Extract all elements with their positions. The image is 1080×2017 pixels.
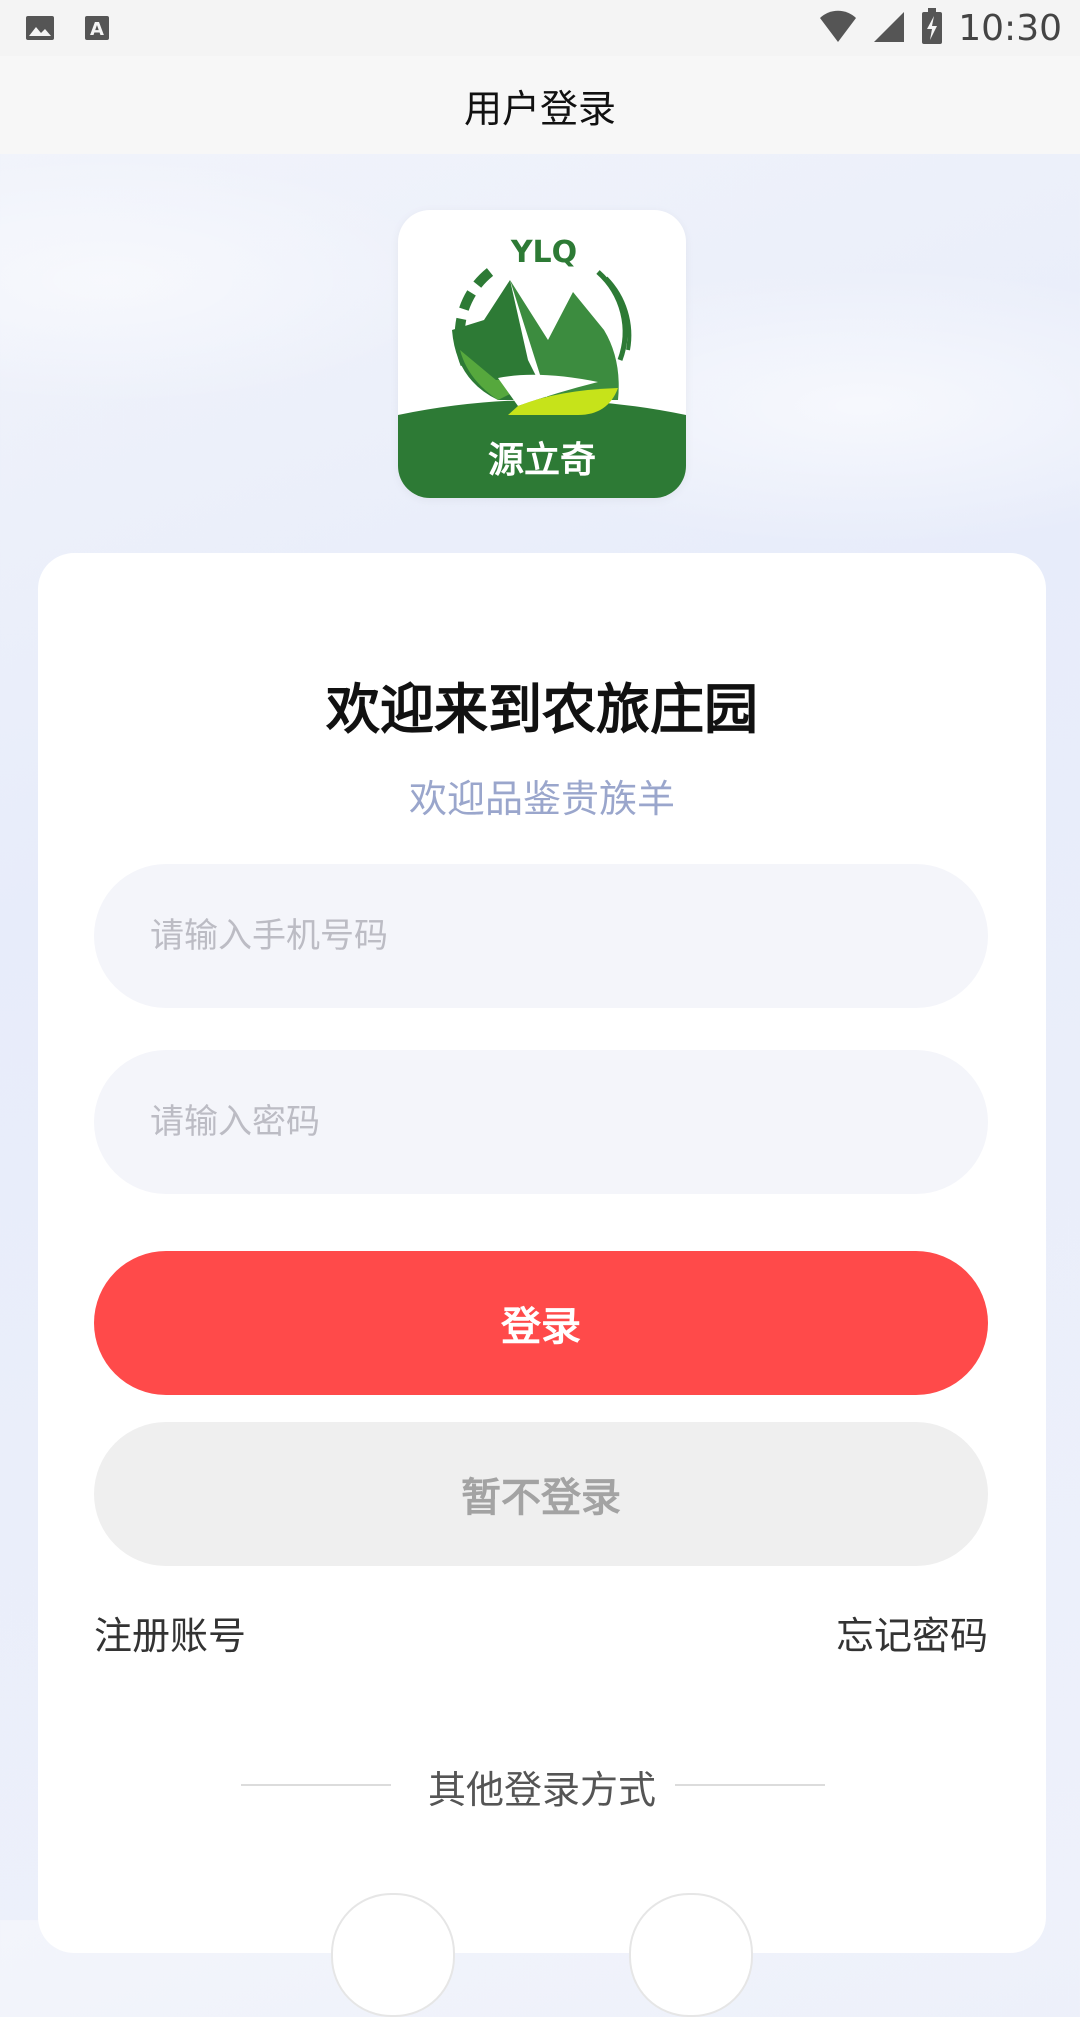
wifi-icon [818, 6, 858, 50]
welcome-subtitle: 欢迎品鉴贵族羊 [408, 777, 675, 821]
logo-letters: YLQ [510, 235, 577, 270]
logo-brand-text: 源立奇 [488, 440, 596, 481]
divider-line-right [675, 1784, 825, 1786]
image-icon [24, 12, 56, 48]
cell-signal-icon [872, 6, 906, 50]
other-login-divider: 其他登录方式 [38, 1755, 1046, 1815]
social-login-button-2[interactable] [629, 1893, 753, 2017]
welcome-title: 欢迎来到农旅庄园 [326, 678, 758, 741]
forgot-password-link[interactable]: 忘记密码 [836, 1605, 988, 1660]
page-title: 用户登录 [463, 86, 616, 131]
app-logo: 源立奇 YLQ [398, 210, 686, 498]
status-time: 10:30 [958, 7, 1062, 49]
skip-login-button[interactable]: 暂不登录 [94, 1422, 988, 1566]
login-button[interactable]: 登录 [94, 1251, 988, 1395]
social-login-button-1[interactable] [331, 1893, 455, 2017]
svg-text:A: A [90, 19, 104, 40]
password-input[interactable] [94, 1050, 988, 1194]
battery-charging-icon [920, 6, 944, 50]
text-a-icon: A [84, 12, 110, 48]
register-link[interactable]: 注册账号 [94, 1605, 246, 1660]
header-bar: 用户登录 [0, 56, 1080, 154]
other-login-label: 其他登录方式 [427, 1768, 656, 1812]
login-card: 欢迎来到农旅庄园 欢迎品鉴贵族羊 登录 暂不登录 注册账号 忘记密码 其他登录方… [38, 553, 1046, 2017]
phone-input[interactable] [94, 864, 988, 1008]
status-bar: A 10:30 [0, 0, 1080, 56]
